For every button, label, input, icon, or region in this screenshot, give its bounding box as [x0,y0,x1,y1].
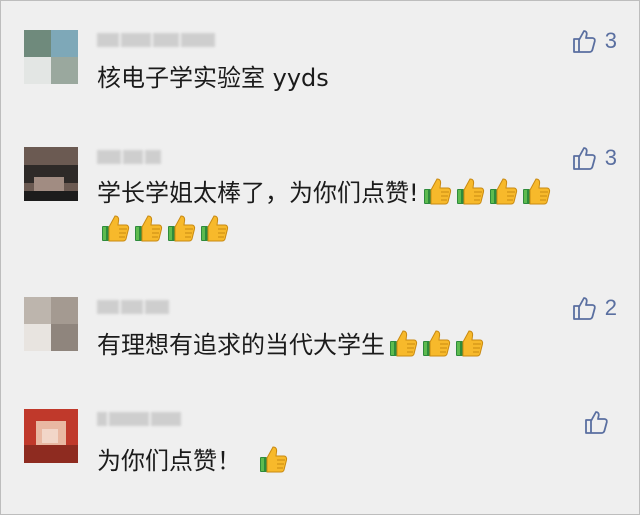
avatar[interactable] [24,409,78,463]
avatar[interactable] [24,147,78,201]
thumbs-up-outline-icon [583,409,609,435]
thumbs-up-emoji-icon [456,330,484,357]
like-button[interactable]: 2 [571,293,617,323]
like-button[interactable]: 3 [571,143,617,173]
emoji-row [255,446,288,475]
comment-text: 为你们点赞！ [97,443,288,480]
emoji-row [97,215,229,244]
like-button[interactable]: 3 [571,26,617,56]
commenter-name [97,298,169,316]
comments-panel: 3 核电子学实验室 yyds 3 学长学姐太棒了，为你们点赞! 2 有理想有追求… [0,0,640,515]
thumbs-up-emoji-icon [168,215,196,242]
like-count: 3 [604,145,617,170]
emoji-row [385,330,484,359]
emoji-row [419,178,551,207]
comment-text-line2 [97,212,229,249]
thumbs-up-outline-icon [571,145,597,171]
thumbs-up-emoji-icon [456,178,484,205]
thumbs-up-emoji-icon [102,215,130,242]
thumbs-up-emoji-icon [260,446,288,473]
commenter-name [97,410,181,428]
thumbs-up-emoji-icon [423,178,451,205]
thumbs-up-emoji-icon [390,330,418,357]
thumbs-up-emoji-icon [522,178,550,205]
like-count: 2 [604,295,617,320]
comment-text: 有理想有追求的当代大学生 [97,327,484,364]
like-button[interactable] [583,407,617,437]
thumbs-up-outline-icon [571,295,597,321]
comment-text: 学长学姐太棒了，为你们点赞! [97,175,551,212]
thumbs-up-emoji-icon [489,178,517,205]
thumbs-up-emoji-icon [135,215,163,242]
commenter-name [97,148,161,166]
thumbs-up-emoji-icon [201,215,229,242]
thumbs-up-outline-icon [571,28,597,54]
like-count: 3 [604,28,617,53]
avatar[interactable] [24,297,78,351]
commenter-name [97,31,215,49]
avatar[interactable] [24,30,78,84]
comment-text: 核电子学实验室 yyds [97,64,329,92]
thumbs-up-emoji-icon [423,330,451,357]
